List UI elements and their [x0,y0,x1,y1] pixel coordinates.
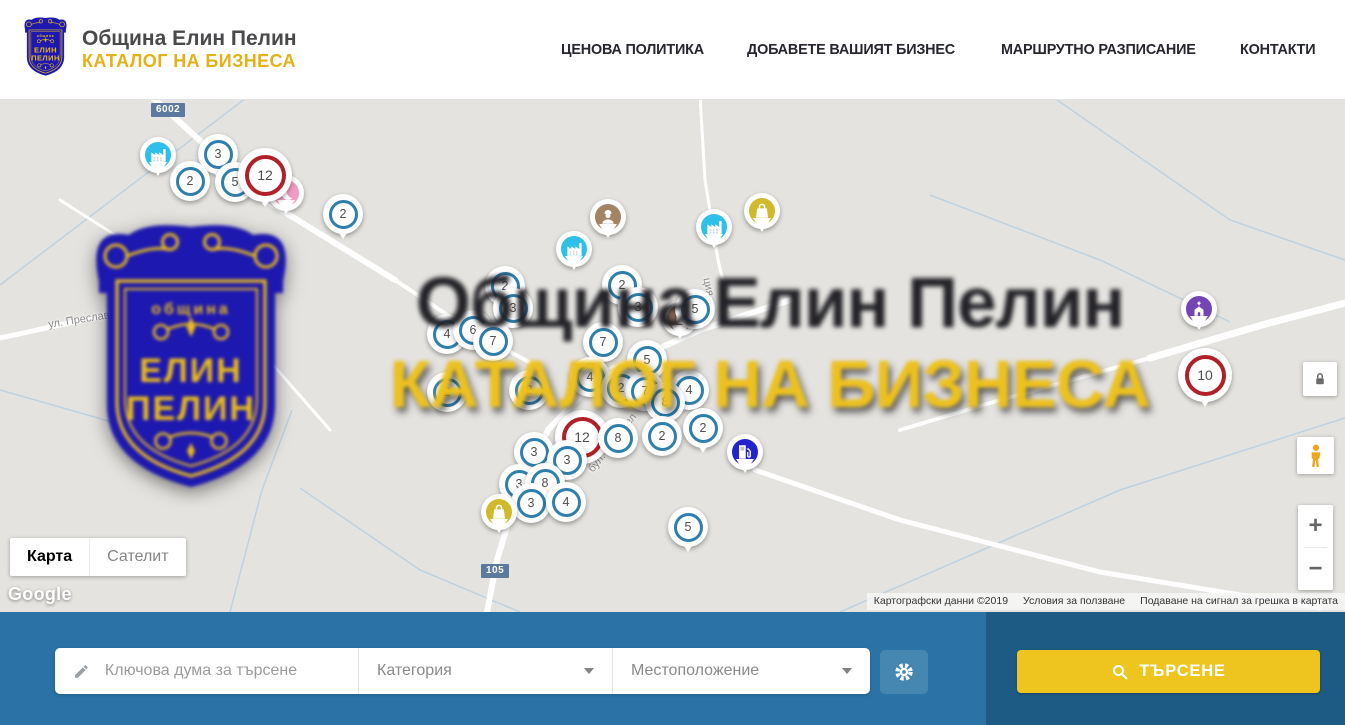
cluster-count: 8 [604,424,633,453]
cluster-count: 2 [689,414,718,443]
factory-icon [149,146,168,165]
fuel-icon [736,443,754,461]
bag-pin-marker[interactable] [481,494,517,530]
nav-item-contacts[interactable]: КОНТАКТИ [1240,41,1315,58]
cluster-marker[interactable]: 2 [509,370,549,410]
search-fields: Категория Местоположение [55,648,870,694]
map-type-satellite-button[interactable]: Сателит [89,538,185,576]
cluster-count: 2 [329,200,358,229]
cluster-marker[interactable]: 3 [511,483,551,523]
lock-button[interactable] [1303,362,1337,396]
cluster-count: 2 [515,376,544,405]
map-type-control: Карта Сателит [10,538,186,576]
municipality-crest-icon: община ЕЛИНПЕЛИН [22,16,69,83]
category-select-value: Категория [377,662,452,680]
church-icon [1190,300,1208,318]
cluster-count: 10 [1185,355,1226,396]
cluster-marker[interactable]: 2 [427,372,467,412]
road-number-badge: 105 [481,564,509,578]
factory-pin-marker[interactable] [140,137,176,173]
location-select-value: Местоположение [631,662,759,680]
nav-item-add-business[interactable]: ДОБАВЕТЕ ВАШИЯТ БИЗНЕС [747,41,955,58]
svg-text:община: община [37,34,55,38]
cluster-count: 12 [245,155,286,196]
cluster-marker[interactable]: 2 [683,408,723,448]
church-pin-marker[interactable] [1181,291,1217,327]
bag-icon [753,202,771,220]
zoom-out-button[interactable]: − [1298,548,1333,590]
main-nav: ЦЕНОВА ПОЛИТИКА ДОБАВЕТЕ ВАШИЯТ БИЗНЕС М… [561,41,1319,58]
cluster-marker[interactable]: 5 [675,289,715,329]
keyword-field[interactable] [55,648,358,694]
search-button[interactable]: ТЪРСЕНЕ [1017,650,1320,693]
chevron-down-icon [842,668,852,674]
cluster-marker[interactable]: 10 [1178,348,1232,402]
cluster-marker[interactable]: 5 [668,507,708,547]
factory-pin-marker[interactable] [556,231,592,267]
cluster-marker[interactable]: 7 [473,321,513,361]
pegman-icon [1305,443,1327,469]
svg-text:ЕЛИН: ЕЛИН [34,45,57,54]
cluster-count: 8 [651,388,680,417]
report-error-link[interactable]: Подаване на сигнал за грешка в картата [1140,595,1338,607]
cluster-count: 7 [589,328,618,357]
cluster-marker[interactable]: 12 [238,148,292,202]
search-button-label: ТЪРСЕНЕ [1139,662,1225,681]
location-select[interactable]: Местоположение [612,648,870,694]
cluster-count: 5 [674,513,703,542]
factory-icon [705,218,724,237]
cluster-count: 3 [624,293,653,322]
header: община ЕЛИНПЕЛИН Община Елин Пелин КАТАЛО… [0,0,1345,100]
bag-icon [490,503,508,521]
pencil-icon [73,662,90,681]
cluster-marker[interactable]: 2 [170,161,210,201]
cluster-marker[interactable]: 4 [546,482,586,522]
google-logo[interactable]: Google [8,584,72,605]
cluster-count: 3 [517,489,546,518]
cluster-count: 2 [433,378,462,407]
lock-icon [1311,370,1329,388]
site-logo[interactable]: община ЕЛИНПЕЛИН Община Елин Пелин КАТАЛО… [22,16,297,83]
advanced-settings-button[interactable] [880,650,928,694]
cluster-count: 3 [499,294,528,323]
search-icon [1111,663,1129,681]
google-map[interactable]: 6002105ул. Преславбул. „Новоселция 32512… [0,100,1345,612]
cluster-count: 2 [176,167,205,196]
cluster-marker[interactable]: 3 [618,287,658,327]
map-copyright: Картографски данни ©2019 [874,595,1008,607]
road-number-badge: 6002 [151,103,185,117]
cluster-count: 4 [552,488,581,517]
cluster-marker[interactable]: 2 [642,416,682,456]
keyword-input[interactable] [103,661,348,681]
fuel-pin-marker[interactable] [727,434,763,470]
svg-text:ПЕЛИН: ПЕЛИН [31,54,60,63]
cluster-count: 2 [648,422,677,451]
cluster-marker[interactable]: 2 [323,194,363,234]
factory-icon [565,240,584,259]
gear-icon [893,661,915,683]
worker-icon [599,208,617,226]
cluster-count: 7 [479,327,508,356]
cluster-marker[interactable]: 7 [583,322,623,362]
worker-pin-marker[interactable] [590,199,626,235]
cluster-marker[interactable]: 8 [598,418,638,458]
nav-item-pricing[interactable]: ЦЕНОВА ПОЛИТИКА [561,41,704,58]
nav-item-route-schedule[interactable]: МАРШРУТНО РАЗПИСАНИЕ [1001,41,1196,58]
pegman-button[interactable] [1297,437,1334,474]
site-title: Община Елин Пелин [82,27,297,51]
search-bar: Категория Местоположение ТЪРСЕНЕ [0,612,1345,725]
zoom-control: + − [1298,505,1333,590]
site-subtitle: КАТАЛОГ НА БИЗНЕСА [82,51,297,72]
category-select[interactable]: Категория [358,648,612,694]
zoom-in-button[interactable]: + [1298,505,1333,547]
map-type-map-button[interactable]: Карта [10,538,89,576]
terms-link[interactable]: Условия за ползване [1023,595,1125,607]
factory-pin-marker[interactable] [696,209,732,245]
cluster-count: 5 [681,295,710,324]
bag-pin-marker[interactable] [744,193,780,229]
map-attribution: Картографски данни ©2019 Условия за полз… [867,593,1345,610]
chevron-down-icon [584,668,594,674]
